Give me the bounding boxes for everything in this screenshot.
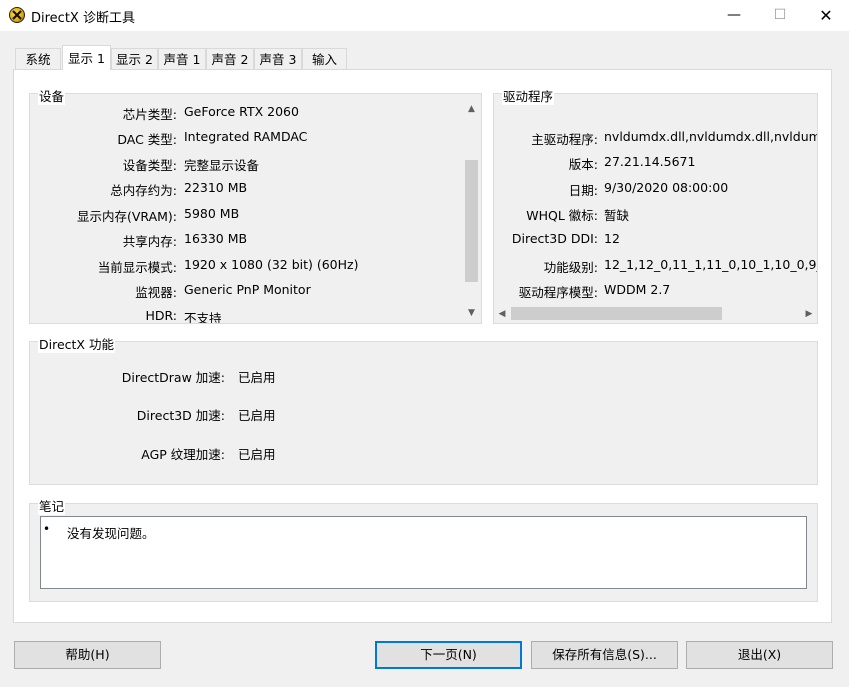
directx-app-icon bbox=[9, 7, 25, 23]
vram-label: 显示内存(VRAM): bbox=[76, 209, 177, 224]
note-item: 没有发现问题。 bbox=[67, 526, 155, 541]
monitor-value: Generic PnP Monitor bbox=[184, 282, 311, 297]
tab-sound-3[interactable]: 声音 3 bbox=[254, 48, 302, 69]
notes-title: 笔记 bbox=[38, 496, 66, 515]
directx-features-title: DirectX 功能 bbox=[38, 334, 115, 353]
driver-model-label: 驱动程序模型: bbox=[518, 285, 598, 300]
tab-sound-2[interactable]: 声音 2 bbox=[206, 48, 254, 69]
device-type-value: 完整显示设备 bbox=[184, 158, 260, 173]
vram-value: 5980 MB bbox=[184, 206, 240, 221]
display-mode-value: 1920 x 1080 (32 bit) (60Hz) bbox=[184, 257, 359, 272]
display-mode-label: 当前显示模式: bbox=[97, 260, 177, 275]
directdraw-accel-label: DirectDraw 加速: bbox=[121, 370, 225, 385]
version-label: 版本: bbox=[568, 157, 598, 172]
minimize-button[interactable]: — bbox=[711, 0, 757, 31]
maximize-button[interactable]: ☐ bbox=[757, 0, 803, 31]
scroll-left-icon[interactable]: ◀ bbox=[495, 309, 509, 319]
total-memory-label: 总内存约为: bbox=[110, 183, 177, 198]
chip-type-label: 芯片类型: bbox=[122, 107, 177, 122]
device-info-list: 芯片类型: GeForce RTX 2060 DAC 类型: Integrate… bbox=[31, 99, 463, 323]
chip-type-value: GeForce RTX 2060 bbox=[184, 104, 299, 119]
note-bullet-icon: • bbox=[43, 522, 51, 536]
tab-input[interactable]: 输入 bbox=[302, 48, 347, 69]
hdr-value: 不支持 bbox=[184, 311, 222, 323]
main-driver-value: nvldumdx.dll,nvldumdx.dll,nvldumdx.d bbox=[604, 129, 817, 144]
hdr-label: HDR: bbox=[145, 308, 177, 323]
d3d-ddi-label: Direct3D DDI: bbox=[511, 231, 598, 246]
notes-box[interactable] bbox=[40, 516, 807, 589]
help-button[interactable]: 帮助(H) bbox=[14, 641, 161, 669]
exit-button[interactable]: 退出(X) bbox=[686, 641, 833, 669]
tab-system[interactable]: 系统 bbox=[15, 48, 61, 69]
date-value: 9/30/2020 08:00:00 bbox=[604, 180, 729, 195]
monitor-label: 监视器: bbox=[135, 285, 177, 300]
driver-group-title: 驱动程序 bbox=[502, 86, 555, 105]
feature-levels-value: 12_1,12_0,11_1,11_0,10_1,10_0,9_3,9_2 bbox=[604, 257, 817, 272]
save-all-info-button[interactable]: 保存所有信息(S)... bbox=[531, 641, 678, 669]
dac-type-label: DAC 类型: bbox=[117, 132, 177, 147]
date-label: 日期: bbox=[568, 183, 598, 198]
total-memory-value: 22310 MB bbox=[184, 180, 248, 195]
scroll-right-icon[interactable]: ▶ bbox=[802, 309, 816, 319]
dac-type-value: Integrated RAMDAC bbox=[184, 129, 308, 144]
d3d-ddi-value: 12 bbox=[604, 231, 620, 246]
window-title: DirectX 诊断工具 bbox=[31, 11, 135, 26]
whql-label: WHQL 徽标: bbox=[526, 208, 598, 223]
direct3d-accel-value: 已启用 bbox=[238, 408, 276, 423]
tab-display-1[interactable]: 显示 1 bbox=[62, 45, 111, 70]
close-button[interactable]: ✕ bbox=[803, 0, 849, 31]
direct3d-accel-label: Direct3D 加速: bbox=[136, 408, 225, 423]
driver-model-value: WDDM 2.7 bbox=[604, 282, 671, 297]
device-scroll-thumb[interactable] bbox=[465, 160, 478, 282]
whql-value: 暂缺 bbox=[604, 208, 630, 223]
driver-scroll-thumb[interactable] bbox=[511, 307, 722, 320]
version-value: 27.21.14.5671 bbox=[604, 154, 696, 169]
shared-memory-value: 16330 MB bbox=[184, 231, 248, 246]
driver-info-list: 主驱动程序: nvldumdx.dll,nvldumdx.dll,nvldumd… bbox=[495, 120, 817, 304]
scroll-down-icon[interactable]: ▼ bbox=[463, 308, 480, 318]
tab-display-2[interactable]: 显示 2 bbox=[111, 48, 158, 69]
next-page-button[interactable]: 下一页(N) bbox=[375, 641, 522, 669]
agp-texture-accel-value: 已启用 bbox=[238, 447, 276, 462]
main-driver-label: 主驱动程序: bbox=[531, 132, 598, 147]
shared-memory-label: 共享内存: bbox=[122, 234, 177, 249]
device-type-label: 设备类型: bbox=[122, 158, 177, 173]
feature-levels-label: 功能级别: bbox=[543, 260, 598, 275]
scroll-up-icon[interactable]: ▲ bbox=[463, 104, 480, 114]
tab-sound-1[interactable]: 声音 1 bbox=[158, 48, 206, 69]
directdraw-accel-value: 已启用 bbox=[238, 370, 276, 385]
agp-texture-accel-label: AGP 纹理加速: bbox=[141, 447, 225, 462]
